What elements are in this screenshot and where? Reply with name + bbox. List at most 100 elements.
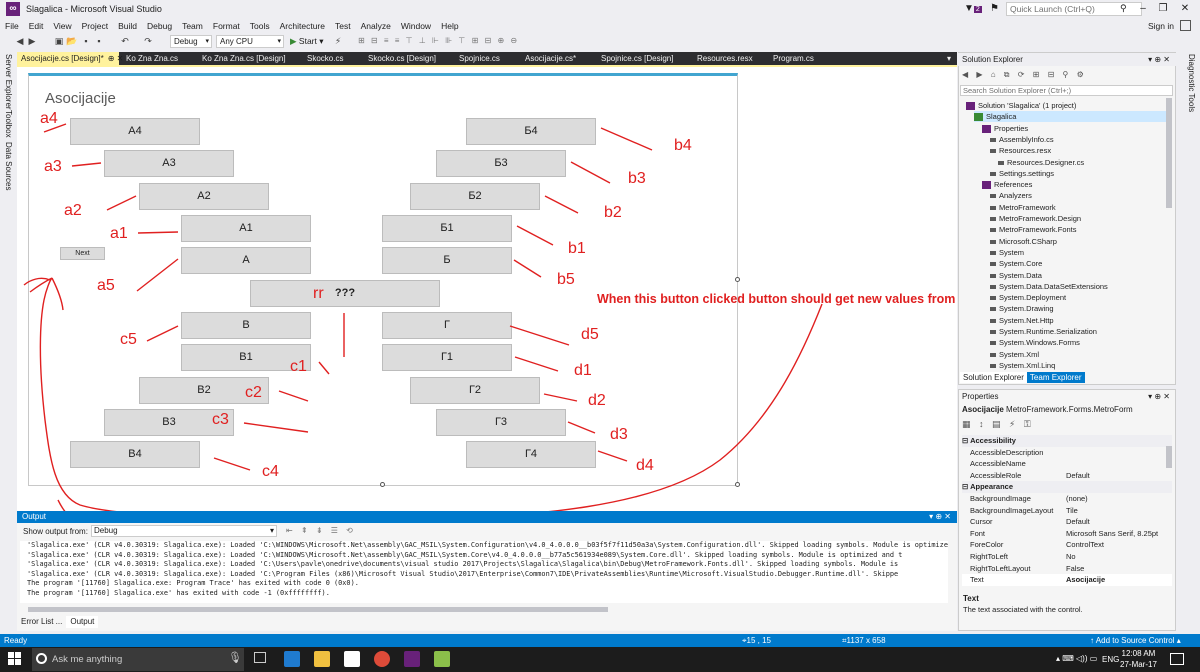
- tree-item[interactable]: System.Core: [990, 258, 1042, 269]
- property-value[interactable]: Asocijacije: [1066, 574, 1105, 585]
- output-h-scrollbar[interactable]: [28, 607, 608, 612]
- notification-center-icon[interactable]: 2: [1170, 653, 1184, 665]
- tab-error-list[interactable]: Error List ...: [17, 616, 66, 628]
- tree-item-label: System.Xml: [999, 349, 1040, 359]
- chrome-icon[interactable]: [374, 651, 390, 667]
- property-row[interactable]: BackgroundImageLayout Tile: [962, 505, 1172, 517]
- tree-item-label: Analyzers: [999, 191, 1032, 201]
- annotation-b4: b4: [674, 137, 692, 154]
- tab-solution-explorer[interactable]: Solution Explorer: [960, 372, 1027, 383]
- property-category[interactable]: ⊟ Appearance: [962, 481, 1172, 493]
- tree-item[interactable]: References: [982, 179, 1032, 190]
- tree-item[interactable]: System.Data: [990, 270, 1042, 281]
- property-row[interactable]: RightToLeft No: [962, 551, 1172, 563]
- tree-item[interactable]: MetroFramework.Design: [990, 213, 1081, 224]
- property-value[interactable]: False: [1066, 563, 1084, 574]
- tree-item[interactable]: MetroFramework.Fonts: [990, 224, 1077, 235]
- property-description-title: Text: [963, 594, 979, 603]
- solution-search-input[interactable]: Search Solution Explorer (Ctrl+;): [960, 85, 1173, 96]
- tree-item-label: Settings.settings: [999, 168, 1055, 178]
- tree-item[interactable]: Properties: [982, 123, 1028, 134]
- property-row[interactable]: Font Microsoft Sans Serif, 8.25pt: [962, 528, 1172, 540]
- file-explorer-icon[interactable]: [314, 651, 330, 667]
- tree-item[interactable]: Slagalica: [974, 111, 1166, 123]
- tab-output[interactable]: Output: [66, 616, 99, 628]
- windows-start-icon[interactable]: [8, 652, 22, 666]
- property-name: AccessibleRole: [970, 470, 1022, 480]
- tree-item[interactable]: Resources.Designer.cs: [998, 157, 1084, 168]
- property-row[interactable]: RightToLeftLayout False: [962, 563, 1172, 575]
- tree-item[interactable]: System.Xml: [990, 349, 1039, 360]
- annotation-a3: a3: [44, 158, 62, 175]
- properties-toolbar-icons[interactable]: ▦ ↕ ▤ ⚡ ⚿: [962, 419, 1034, 430]
- property-value[interactable]: ControlText: [1066, 539, 1104, 550]
- tree-node-icon: [990, 194, 996, 199]
- property-name: Cursor: [970, 517, 993, 527]
- tree-item-label: Microsoft.CSharp: [999, 236, 1057, 246]
- property-row[interactable]: BackgroundImage (none): [962, 493, 1172, 505]
- cortana-icon: [36, 653, 47, 664]
- property-value[interactable]: No: [1066, 551, 1076, 562]
- tree-item-label: MetroFramework.Fonts: [999, 225, 1077, 235]
- property-name: Font: [970, 528, 986, 538]
- clock[interactable]: 12:08 AM 27-Mar-17: [1120, 648, 1157, 670]
- solution-toolbar-icons[interactable]: ◀ ▶ ⌂ ⧉ ⟳ ⊞ ⊟ ⚲ ⚙: [962, 70, 1087, 80]
- output-source-select[interactable]: Debug ▾: [91, 525, 277, 537]
- visual-studio-taskbar-icon[interactable]: [404, 651, 420, 667]
- add-to-source-control[interactable]: ↑ Add to Source Control ▴: [1090, 634, 1181, 647]
- tree-item[interactable]: System.Net.Http: [990, 315, 1054, 326]
- tree-item-label: System.Xml.Linq: [999, 360, 1056, 370]
- solution-scrollbar[interactable]: [1166, 98, 1172, 208]
- tree-item[interactable]: Analyzers: [990, 190, 1032, 201]
- properties-scrollbar[interactable]: [1166, 446, 1172, 468]
- task-view-icon[interactable]: [254, 652, 266, 663]
- property-value[interactable]: Tile: [1066, 505, 1078, 516]
- tree-item[interactable]: MetroFramework: [990, 202, 1056, 213]
- property-value[interactable]: Default: [1066, 516, 1090, 527]
- cortana-search-input[interactable]: Ask me anything: [32, 648, 244, 671]
- annotation-a1: a1: [110, 225, 128, 242]
- output-tabs: Error List ... Output: [17, 616, 99, 628]
- annotation-a5: a5: [97, 277, 115, 294]
- tree-item[interactable]: System.Drawing: [990, 303, 1054, 314]
- property-name: AccessibleName: [970, 459, 1026, 469]
- property-row[interactable]: Text Asocijacije: [962, 574, 1172, 586]
- status-ready: Ready: [4, 636, 28, 645]
- tree-item[interactable]: System.Xml.Linq: [990, 360, 1055, 371]
- microphone-icon[interactable]: 🎙: [228, 651, 242, 664]
- system-tray-icons[interactable]: ▴ ⌨ ◁)) ▭: [1056, 654, 1097, 663]
- output-toolbar-icons[interactable]: ⇤ ⇞ ⇟ ☰ ⟲: [286, 526, 356, 535]
- tree-item[interactable]: System.Windows.Forms: [990, 337, 1080, 348]
- language-indicator[interactable]: ENG: [1102, 655, 1119, 664]
- tree-item[interactable]: Solution 'Slagalica' (1 project): [966, 100, 1076, 111]
- paint-icon[interactable]: [434, 651, 450, 667]
- property-row[interactable]: ForeColor ControlText: [962, 539, 1172, 551]
- tree-item[interactable]: System.Deployment: [990, 292, 1066, 303]
- annotation-d3: d3: [610, 426, 628, 443]
- tree-item[interactable]: AssemblyInfo.cs: [990, 134, 1054, 145]
- property-category[interactable]: ⊟ Accessibility: [962, 435, 1172, 447]
- annotation-b1: b1: [568, 240, 586, 257]
- tree-item[interactable]: Settings.settings: [990, 168, 1054, 179]
- tree-item[interactable]: Microsoft.CSharp: [990, 236, 1057, 247]
- status-position: ⌖15 , 15: [742, 636, 771, 645]
- tree-node-icon: [990, 250, 996, 255]
- property-row[interactable]: Cursor Default: [962, 516, 1172, 528]
- properties-object-select[interactable]: Asocijacije MetroFramework.Forms.MetroFo…: [962, 405, 1133, 414]
- tree-item[interactable]: System.Data.DataSetExtensions: [990, 281, 1108, 292]
- tree-item-label: AssemblyInfo.cs: [999, 134, 1054, 144]
- tree-item[interactable]: System: [990, 247, 1024, 258]
- property-value[interactable]: Microsoft Sans Serif, 8.25pt: [1066, 528, 1158, 539]
- property-name: Text: [970, 575, 984, 585]
- output-text[interactable]: 'Slagalica.exe' (CLR v4.0.30319: Slagali…: [20, 541, 948, 603]
- property-value[interactable]: (none): [1066, 493, 1088, 504]
- tree-item[interactable]: System.Runtime.Serialization: [990, 326, 1097, 337]
- store-icon[interactable]: [344, 651, 360, 667]
- tree-item[interactable]: Resources.resx: [990, 145, 1051, 156]
- property-row[interactable]: AccessibleName: [962, 458, 1172, 470]
- property-value[interactable]: Default: [1066, 470, 1090, 481]
- edge-icon[interactable]: [284, 651, 300, 667]
- property-row[interactable]: AccessibleRole Default: [962, 470, 1172, 482]
- tab-team-explorer[interactable]: Team Explorer: [1026, 372, 1085, 383]
- property-row[interactable]: AccessibleDescription: [962, 447, 1172, 459]
